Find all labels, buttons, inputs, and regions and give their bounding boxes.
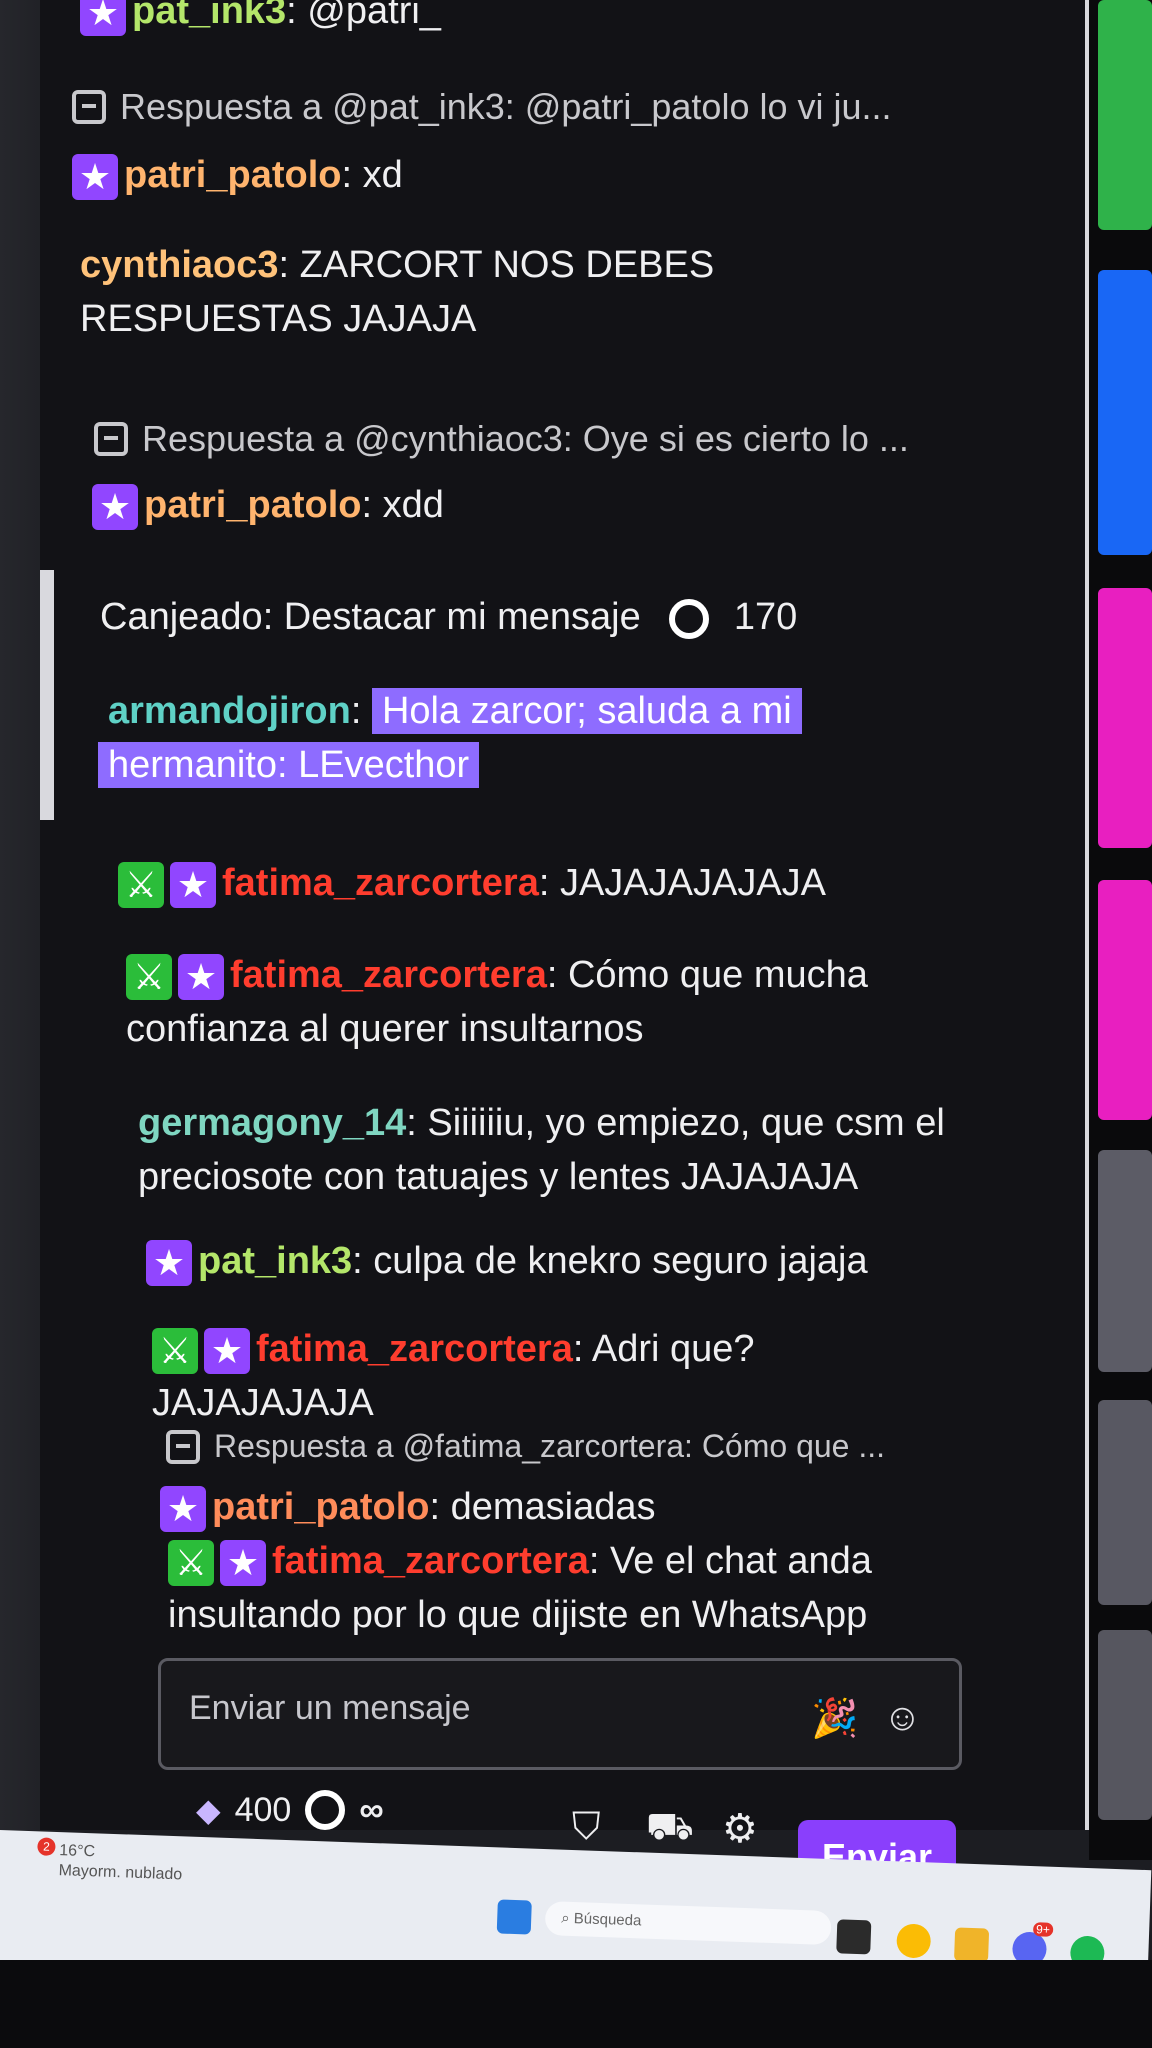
username[interactable]: patri_patolo <box>144 484 361 526</box>
message-text: : @patri_ <box>286 0 441 32</box>
celebration-icon[interactable]: 🎉 <box>811 1697 858 1741</box>
channel-points-icon <box>669 598 710 639</box>
chat-message: ★ patri_patolo: demasiadas <box>160 1480 1060 1534</box>
username[interactable]: cynthiaoc3 <box>80 244 279 286</box>
bits-diamond-icon: ◆ <box>196 1792 221 1828</box>
windows-start-icon[interactable] <box>496 1899 532 1935</box>
shield-icon[interactable]: ⛉ <box>572 1806 601 1849</box>
moderator-sword-icon: ⚔ <box>152 1327 198 1374</box>
chat-message: cynthiaoc3: ZARCORT NOS DEBES RESPUESTAS… <box>80 238 980 346</box>
reply-header[interactable]: Respuesta a @fatima_zarcortera: Cómo que… <box>166 1428 885 1465</box>
moderator-sword-icon: ⚔ <box>168 1539 214 1586</box>
message-text: : Ve el chat anda <box>588 1540 872 1582</box>
file-explorer-icon[interactable] <box>953 1927 990 1963</box>
subscriber-badge-icon: ★ <box>80 0 126 36</box>
username[interactable]: fatima_zarcortera <box>230 954 547 996</box>
redeem-label: Canjeado: Destacar mi mensaje <box>100 596 641 638</box>
side-tile <box>1098 880 1152 1120</box>
desk-area <box>0 1960 1152 2048</box>
subscriber-badge-icon: ★ <box>92 483 138 530</box>
chat-message: germagony_14: Siiiiiiu, yo empiezo, que … <box>138 1096 1038 1204</box>
chat-message: ★ pat_ink3: @patri_ <box>80 0 980 38</box>
highlight-indicator-bar <box>40 570 54 820</box>
chat-message: ⚔ ★ fatima_zarcortera: Adri que? JAJAJAJAJ… <box>152 1322 1052 1430</box>
weather-temp[interactable]: 16°C <box>59 1842 95 1861</box>
message-text: : JAJAJAJAJAJA <box>538 862 827 904</box>
username[interactable]: fatima_zarcortera <box>222 862 539 904</box>
message-text: : culpa de knekro seguro jajaja <box>352 1240 868 1282</box>
side-tile <box>1098 270 1152 555</box>
task-view-icon[interactable] <box>836 1919 872 1955</box>
chat-message-highlighted: armandojiron: Hola zarcor; saluda a mi h… <box>98 684 868 792</box>
message-text: : ZARCORT NOS DEBES <box>278 244 715 286</box>
highlighted-text: Hola zarcor; saluda a mi <box>371 688 802 734</box>
message-text-continued: preciosote con tatuajes y lentes JAJAJAJ… <box>138 1156 859 1198</box>
emote-smiley-icon[interactable]: ☺ <box>883 1697 922 1740</box>
subscriber-badge-icon: ★ <box>160 1485 206 1532</box>
message-text: : Cómo que mucha <box>546 954 868 996</box>
username[interactable]: fatima_zarcortera <box>256 1328 573 1370</box>
side-tile <box>1098 1150 1152 1372</box>
username[interactable]: pat_ink3 <box>198 1240 352 1282</box>
message-text-continued: RESPUESTAS JAJAJA <box>80 298 477 340</box>
weather-desc[interactable]: Mayorm. nublado <box>58 1862 182 1884</box>
chat-message: ★ pat_ink3: culpa de knekro seguro jajaja <box>146 1234 1046 1288</box>
bits-count: 400 <box>234 1790 292 1829</box>
bits-balance[interactable]: ◆ 400 ∞ <box>196 1790 384 1830</box>
reply-header[interactable]: Respuesta a @cynthiaoc3: Oye si es ciert… <box>94 418 909 460</box>
subscriber-badge-icon: ★ <box>170 861 216 908</box>
message-text: : Adri que? <box>572 1328 755 1370</box>
side-tile <box>1098 1630 1152 1820</box>
chat-input[interactable]: Enviar un mensaje 🎉 ☺ <box>158 1658 962 1770</box>
username[interactable]: patri_patolo <box>124 154 341 196</box>
weather-alert-badge: 2 <box>37 1837 56 1856</box>
username[interactable]: pat_ink3 <box>132 0 286 32</box>
username[interactable]: armandojiron <box>108 690 351 732</box>
subscriber-badge-icon: ★ <box>72 153 118 200</box>
message-text-continued: confianza al querer insultarnos <box>126 1008 644 1050</box>
redeem-header: Canjeado: Destacar mi mensaje 170 <box>100 590 1000 644</box>
side-tile <box>1098 0 1152 230</box>
message-text-continued: insultando por lo que dijiste en WhatsAp… <box>168 1594 868 1636</box>
message-text: : xd <box>341 154 403 196</box>
username[interactable]: patri_patolo <box>212 1486 429 1528</box>
moderator-sword-icon: ⚔ <box>118 861 164 908</box>
message-text: : demasiadas <box>429 1486 656 1528</box>
reply-icon <box>166 1429 200 1464</box>
username[interactable]: fatima_zarcortera <box>272 1540 589 1582</box>
chat-input-placeholder: Enviar un mensaje <box>189 1689 471 1727</box>
redeem-cost: 170 <box>733 596 798 638</box>
message-text: : xdd <box>361 484 444 526</box>
chrome-icon[interactable] <box>896 1923 932 1959</box>
subscriber-badge-icon: ★ <box>204 1327 250 1374</box>
side-tile <box>1098 1400 1152 1605</box>
message-text-continued: JAJAJAJAJA <box>152 1382 374 1424</box>
search-placeholder: Búsqueda <box>573 1910 642 1930</box>
reply-header[interactable]: Respuesta a @pat_ink3: @patri_patolo lo … <box>72 86 892 128</box>
chat-message: ⚔ ★ fatima_zarcortera: JAJAJAJAJAJA <box>118 856 1018 910</box>
reply-text: Respuesta a @cynthiaoc3: Oye si es ciert… <box>142 418 909 459</box>
reply-icon <box>94 422 128 456</box>
reply-text: Respuesta a @fatima_zarcortera: Cómo que… <box>214 1428 886 1464</box>
taskbar-search[interactable]: ⌕ Búsqueda <box>544 1901 832 1946</box>
chat-message: ⚔ ★ fatima_zarcortera: Cómo que mucha conf… <box>126 948 1026 1056</box>
gear-icon[interactable]: ⚙ <box>722 1806 758 1852</box>
reply-icon <box>72 90 106 124</box>
reply-text: Respuesta a @pat_ink3: @patri_patolo lo … <box>120 86 892 127</box>
chat-message: ★ patri_patolo: xd <box>72 148 972 202</box>
discord-badge: 9+ <box>1032 1922 1054 1937</box>
channel-points-icon <box>305 1790 346 1830</box>
username[interactable]: germagony_14 <box>138 1102 406 1144</box>
subscriber-badge-icon: ★ <box>178 953 224 1000</box>
chat-message: ⚔ ★ fatima_zarcortera: Ve el chat anda ins… <box>168 1534 1068 1642</box>
shopping-cart-icon[interactable]: ⛟ <box>646 1806 694 1854</box>
points-count: ∞ <box>359 1790 384 1829</box>
chat-message: ★ patri_patolo: xdd <box>92 478 992 532</box>
side-tile <box>1098 588 1152 848</box>
subscriber-badge-icon: ★ <box>146 1239 192 1286</box>
highlighted-text-continued: hermanito: LEvecthor <box>98 742 480 788</box>
subscriber-badge-icon: ★ <box>220 1539 266 1586</box>
moderator-sword-icon: ⚔ <box>126 953 172 1000</box>
message-text: : Siiiiiiu, yo empiezo, que csm el <box>406 1102 945 1144</box>
